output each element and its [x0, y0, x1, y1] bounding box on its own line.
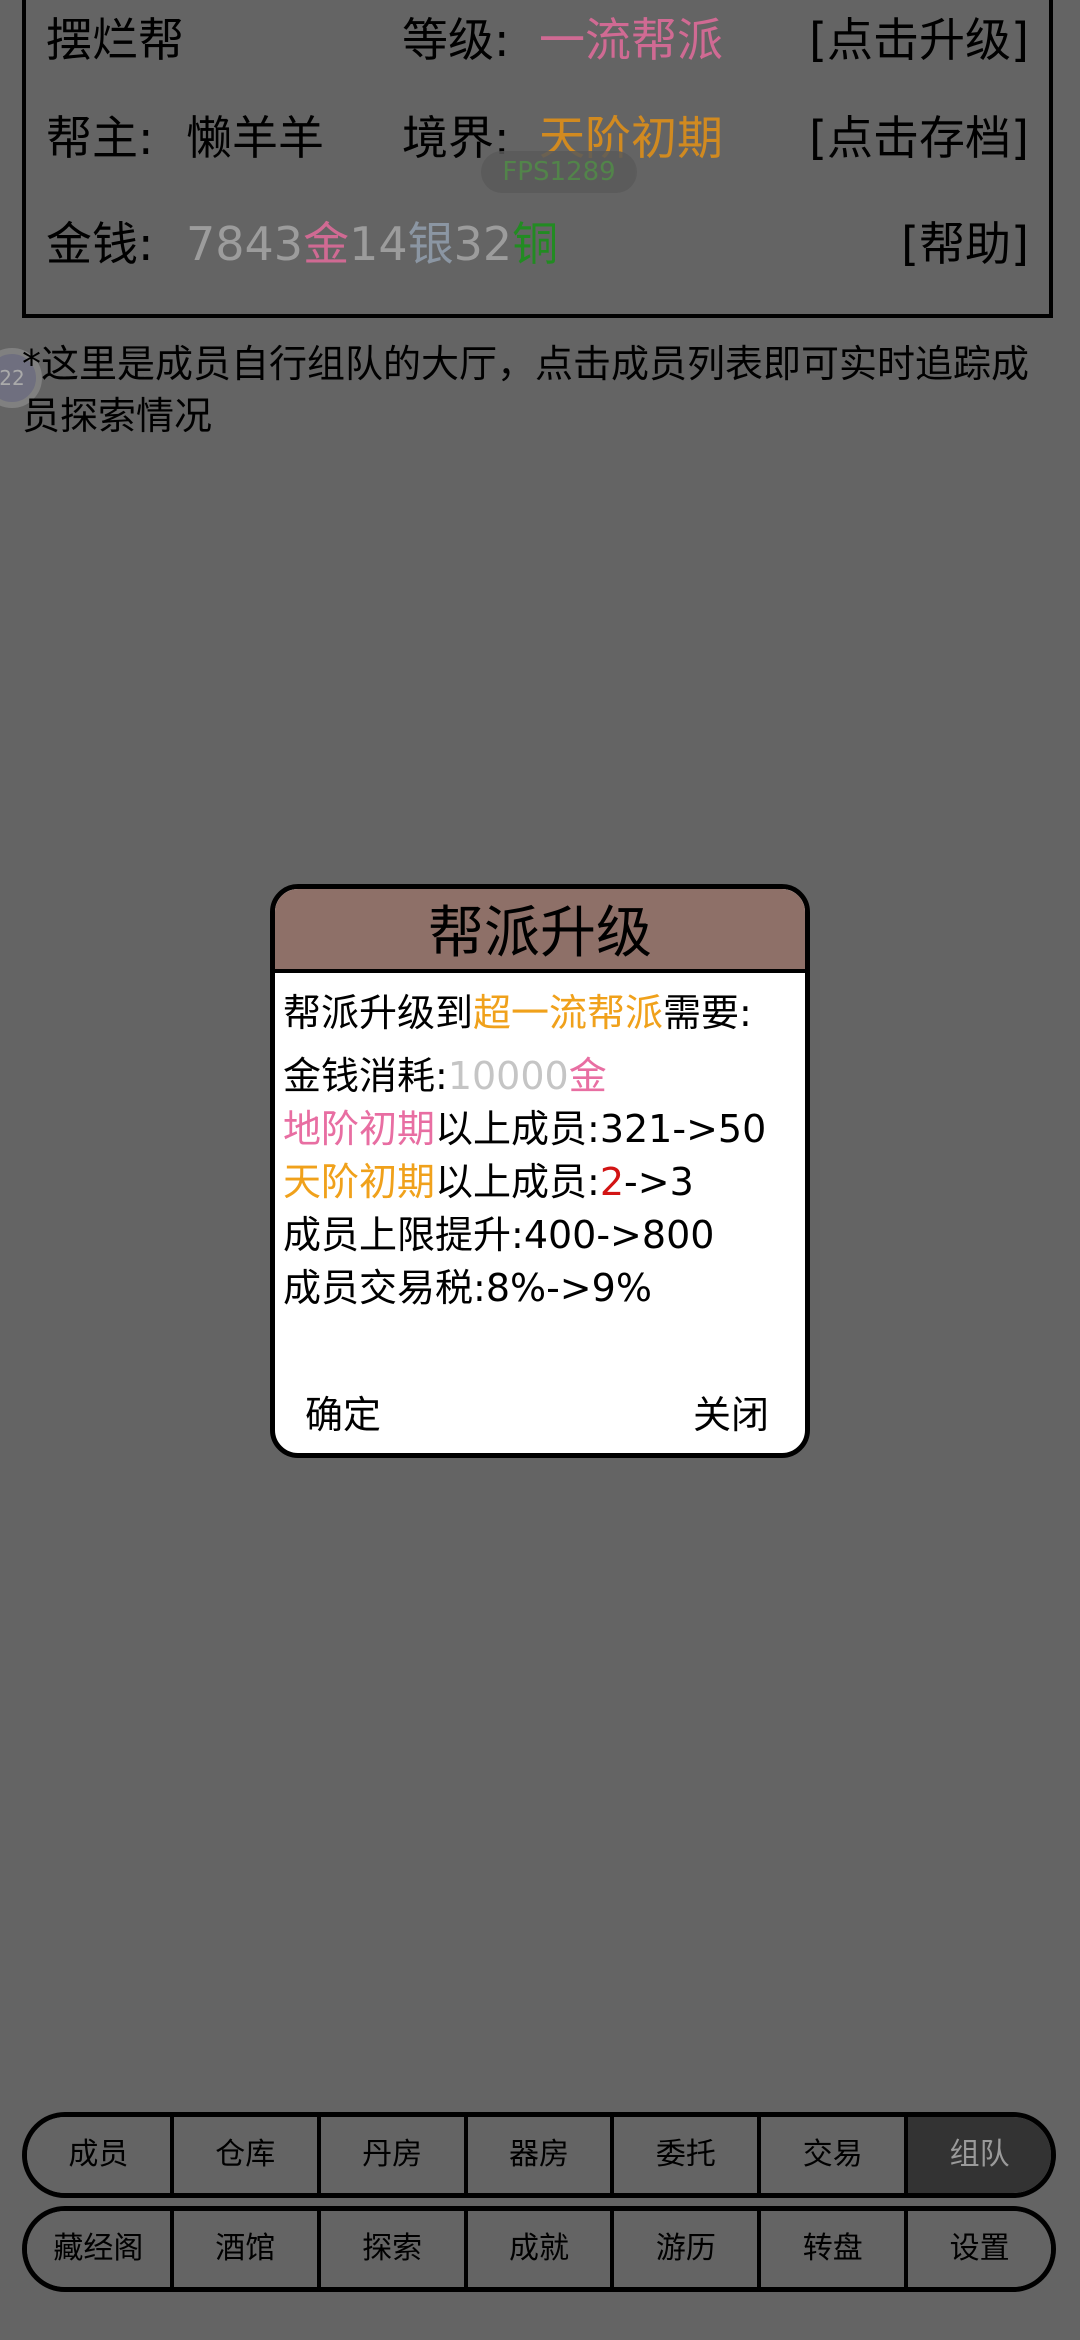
tab-scripture-library[interactable]: 藏经阁 — [27, 2211, 174, 2287]
tab-wheel[interactable]: 转盘 — [761, 2211, 909, 2287]
level-value: 一流帮派 — [539, 13, 723, 67]
tax-row: 成员交易税:8%->9% — [283, 1262, 797, 1315]
upgrade-dialog: 帮派升级 帮派升级到超一流帮派需要: 金钱消耗:10000金 地阶初期以上成员:… — [270, 884, 810, 1458]
tab-members[interactable]: 成员 — [27, 2117, 174, 2193]
dialog-title: 帮派升级 — [275, 889, 805, 973]
tab-team[interactable]: 组队 — [908, 2117, 1051, 2193]
cost-unit: 金 — [568, 1054, 607, 1098]
req1-realm: 地阶初期 — [283, 1107, 436, 1151]
leader-name: 懒羊羊 — [186, 111, 324, 165]
help-button[interactable]: [帮助] — [901, 214, 1029, 274]
confirm-button[interactable]: 确定 — [305, 1385, 381, 1445]
close-button[interactable]: 关闭 — [693, 1385, 769, 1445]
tab-warehouse[interactable]: 仓库 — [173, 2117, 321, 2193]
tab-settings[interactable]: 设置 — [908, 2211, 1051, 2287]
tab-alchemy-room[interactable]: 丹房 — [320, 2117, 468, 2193]
sect-name: 摆烂帮 — [46, 13, 184, 67]
tax-text: 成员交易税: — [283, 1266, 486, 1310]
tab-travel[interactable]: 游历 — [614, 2211, 762, 2287]
target-level: 超一流帮派 — [473, 991, 664, 1035]
upgrade-button[interactable]: [点击升级] — [809, 10, 1029, 70]
tabbar-row2: 藏经阁 酒馆 探索 成就 游历 转盘 设置 — [22, 2206, 1056, 2292]
tab-commission[interactable]: 委托 — [614, 2117, 762, 2193]
limit-value: 400->800 — [523, 1213, 715, 1257]
gold-amount: 7843 — [186, 217, 304, 271]
tab-achievements[interactable]: 成就 — [467, 2211, 615, 2287]
tab-trade[interactable]: 交易 — [761, 2117, 909, 2193]
gold-unit: 金 — [303, 217, 350, 271]
tab-tavern[interactable]: 酒馆 — [173, 2211, 321, 2287]
cost-label: 金钱消耗: — [283, 1054, 448, 1098]
cost-value: 10000 — [447, 1054, 569, 1098]
dialog-actions: 确定 关闭 — [275, 1385, 805, 1445]
tabbar-row1: 成员 仓库 丹房 器房 委托 交易 组队 — [22, 2112, 1056, 2198]
money-value: 7843金14银32铜 — [186, 214, 558, 274]
upgrade-target-line: 帮派升级到超一流帮派需要: — [283, 987, 797, 1040]
req1-row: 地阶初期以上成员:321->50 — [283, 1103, 797, 1156]
tab-forge-room[interactable]: 器房 — [467, 2117, 615, 2193]
req2-realm: 天阶初期 — [283, 1160, 436, 1204]
req2-current: 2 — [599, 1160, 625, 1204]
req2-row: 天阶初期以上成员:2->3 — [283, 1156, 797, 1209]
tax-value: 8%->9% — [485, 1266, 652, 1310]
upgrade-suffix: 需要: — [663, 991, 752, 1035]
fps-counter: FPS1289 — [481, 151, 637, 193]
cost-row: 金钱消耗:10000金 — [283, 1050, 797, 1103]
req1-text: 以上成员: — [435, 1107, 600, 1151]
notice-text: *这里是成员自行组队的大厅，点击成员列表即可实时追踪成员探索情况 — [22, 342, 1030, 438]
dialog-body: 帮派升级到超一流帮派需要: 金钱消耗:10000金 地阶初期以上成员:321->… — [275, 973, 805, 1315]
copper-unit: 铜 — [512, 217, 559, 271]
save-button[interactable]: [点击存档] — [809, 108, 1029, 168]
silver-amount: 14 — [349, 217, 408, 271]
copper-amount: 32 — [453, 217, 513, 271]
req2-text: 以上成员: — [435, 1160, 600, 1204]
req2-target: ->3 — [624, 1160, 694, 1204]
silver-unit: 银 — [407, 217, 454, 271]
limit-row: 成员上限提升:400->800 — [283, 1209, 797, 1262]
money-label: 金钱: — [46, 217, 154, 271]
upgrade-prefix: 帮派升级到 — [283, 991, 474, 1035]
level-label: 等级: — [402, 13, 510, 67]
req1-value: 321->50 — [599, 1107, 767, 1151]
limit-text: 成员上限提升: — [283, 1213, 524, 1257]
tab-explore[interactable]: 探索 — [320, 2211, 468, 2287]
leader-label: 帮主: — [46, 111, 154, 165]
